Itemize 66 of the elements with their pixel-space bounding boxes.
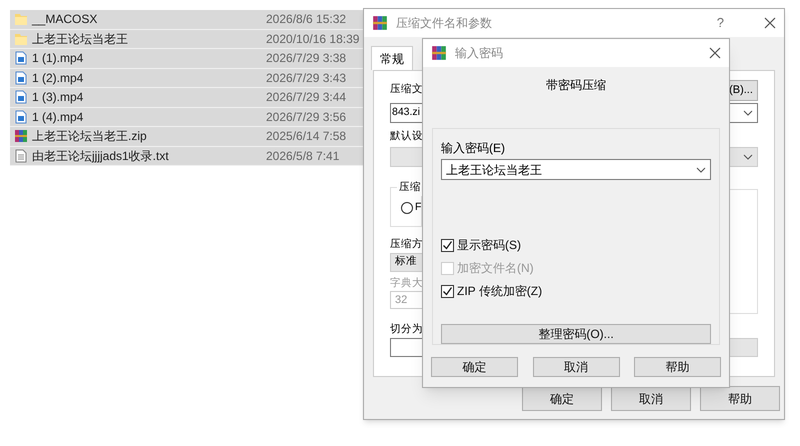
field-label: 切分为 [390,322,423,337]
checkbox[interactable] [441,238,454,252]
file-row[interactable]: 上老王论坛当老王.zip 2025/6/14 7:58 [10,127,366,146]
video-file-icon [14,70,28,85]
folder-icon [14,32,28,46]
file-row[interactable]: 1 (1).mp4 2026/7/29 3:38 [10,49,366,68]
field-label: 默认设 [390,129,423,144]
file-date: 2026/7/29 3:38 [266,50,348,68]
file-name: 1 (2).mp4 [32,70,84,87]
file-name: 1 (1).mp4 [32,50,84,68]
file-name: 由老王论坛jjjjads1收录.txt [32,148,169,165]
checkbox[interactable] [441,284,454,298]
folder-icon [14,12,28,26]
archive-icon [14,129,28,144]
radio-button[interactable] [401,202,413,214]
checkbox-label: 加密文件名(N) [457,260,534,277]
file-name: 上老王论坛当老王.zip [32,128,147,146]
file-name: 上老王论坛当老王 [32,30,128,48]
file-date: 2026/7/29 3:56 [266,108,348,126]
file-row[interactable]: 1 (2).mp4 2026/7/29 3:43 [10,68,366,88]
checkbox-label: ZIP 传统加密(Z) [457,283,542,300]
file-row[interactable]: __MACOSX 2026/8/6 15:32 [10,10,366,30]
file-name: 1 (4).mp4 [32,108,84,126]
chevron-down-icon [743,110,753,116]
file-date: 2025/6/14 7:58 [266,128,348,146]
chevron-down-icon [696,166,706,172]
file-date: 2026/7/29 3:43 [266,70,348,87]
file-date: 2020/10/16 18:39 [266,30,360,48]
file-row[interactable]: 1 (3).mp4 2026/7/29 3:44 [10,88,366,108]
dialog-button[interactable]: 确定 [431,357,518,377]
video-file-icon [14,110,28,124]
file-row[interactable]: 上老王论坛当老王 2020/10/16 18:39 [10,30,366,49]
file-row[interactable]: 由老王论坛jjjjads1收录.txt 2026/5/8 7:41 [10,146,366,166]
dialog-button[interactable]: 取消 [611,386,691,411]
window-title: 输入密码 [455,45,503,62]
video-file-icon [14,90,28,104]
field-label: 压缩方 [390,236,423,252]
tab[interactable]: 常规 [371,46,413,70]
help-icon[interactable]: ? [716,13,724,33]
text-file-icon [14,148,28,163]
field-label: 字典大 [390,276,423,290]
field-label: 压缩文 [390,82,423,98]
file-date: 2026/7/29 3:44 [266,89,348,106]
dialog-heading: 带密码压缩 [546,76,606,94]
dialog-button[interactable]: 帮助 [700,386,780,411]
file-date: 2026/8/6 15:32 [266,11,348,28]
archive-icon [372,15,388,31]
password-field[interactable]: 上老王论坛当老王 [441,159,711,180]
radio-label: F [415,200,422,215]
archive-icon [431,45,447,61]
dialog-button[interactable]: 确定 [522,386,602,411]
close-icon[interactable] [764,17,776,29]
video-file-icon [14,51,28,66]
field-label: 输入密码(E) [441,140,506,157]
checkbox-label: 显示密码(S) [457,237,521,254]
file-name: __MACOSX [32,11,98,28]
file-date: 2026/5/8 7:41 [266,148,340,165]
close-icon[interactable] [709,47,721,59]
dialog-button[interactable]: 帮助 [634,357,721,377]
window-title: 压缩文件名和参数 [396,15,492,32]
dialog-button[interactable]: 取消 [532,357,620,377]
dialog-button[interactable]: 整理密码(O)... [441,324,711,344]
file-row[interactable]: 1 (4).mp4 2026/7/29 3:56 [10,108,366,127]
group-label: 压缩 [397,180,423,196]
file-name: 1 (3).mp4 [32,89,84,106]
chevron-down-icon [743,154,753,160]
